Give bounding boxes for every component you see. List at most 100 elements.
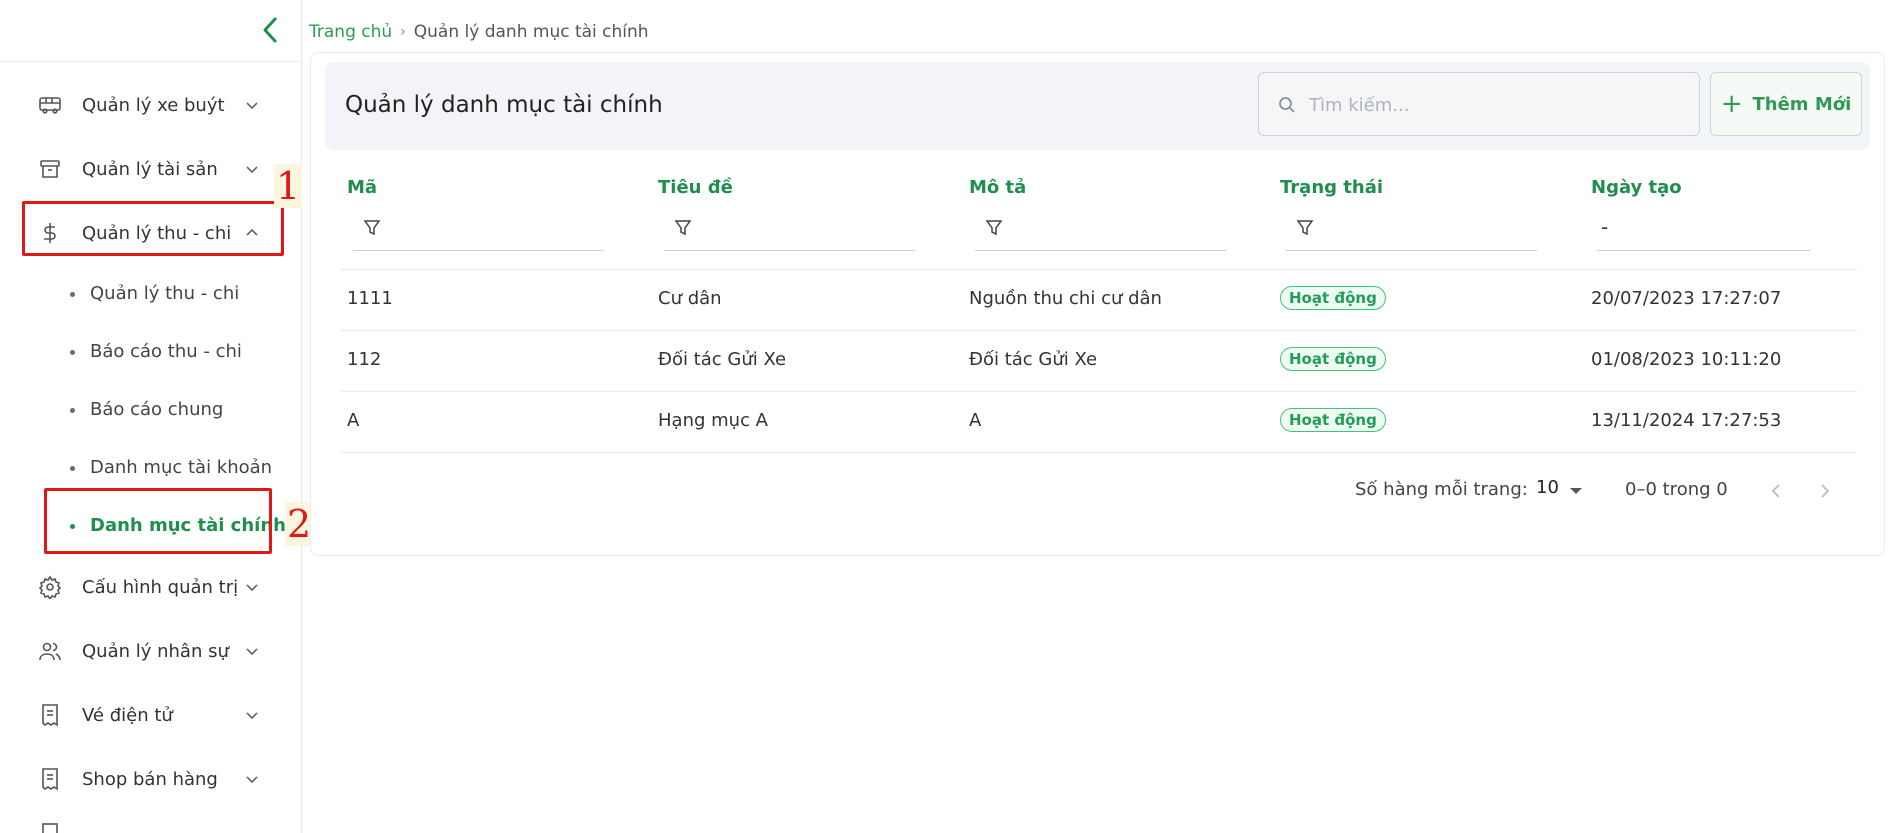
- cell-title: Cư dân: [658, 288, 722, 309]
- rows-per-page-value: 10: [1536, 477, 1559, 498]
- filter-icon: [363, 220, 381, 236]
- subitem-label: Báo cáo chung: [90, 399, 224, 420]
- bus-icon: [38, 93, 62, 117]
- cell-code: A: [347, 410, 360, 431]
- chevron-up-icon: [246, 228, 258, 236]
- main-card: Quản lý danh mục tài chính + Thêm Mới Mã…: [310, 52, 1885, 556]
- subitem-label: Quản lý thu - chi: [90, 283, 240, 304]
- cell-created: 20/07/2023 17:27:07: [1591, 288, 1782, 309]
- sidebar-item-assets[interactable]: Quản lý tài sản: [0, 149, 302, 189]
- subitem-label: Báo cáo thu - chi: [90, 341, 242, 362]
- column-header-created[interactable]: Ngày tạo: [1591, 177, 1682, 198]
- filter-code[interactable]: [353, 207, 604, 251]
- breadcrumb: Trang chủ › Quản lý danh mục tài chính: [309, 22, 649, 42]
- sidebar-header: [0, 0, 301, 62]
- breadcrumb-home[interactable]: Trang chủ: [309, 22, 392, 42]
- subitem-label: Danh mục tài khoản: [90, 457, 273, 478]
- sidebar-item-label: Quản lý xe buýt: [82, 94, 225, 116]
- breadcrumb-current: Quản lý danh mục tài chính: [413, 22, 649, 42]
- sidebar-item-partial[interactable]: [0, 820, 302, 833]
- receipt-icon: [38, 703, 62, 727]
- table-row[interactable]: A Hạng mục A A Hoạt động 13/11/2024 17:2…: [341, 391, 1857, 452]
- chevron-left-icon: [263, 17, 277, 43]
- pagination-range: 0–0 trong 0: [1625, 479, 1728, 500]
- table-row[interactable]: 112 Đối tác Gửi Xe Đối tác Gửi Xe Hoạt đ…: [341, 330, 1857, 391]
- filter-status[interactable]: [1286, 207, 1537, 251]
- status-badge: Hoạt động: [1280, 408, 1386, 432]
- bullet-dot: [70, 350, 75, 355]
- receipt-icon: [38, 822, 62, 833]
- filter-title[interactable]: [664, 207, 915, 251]
- card-header: Quản lý danh mục tài chính + Thêm Mới: [325, 62, 1870, 150]
- cell-description: A: [969, 410, 982, 431]
- chevron-down-icon: [246, 648, 258, 656]
- sidebar-item-eticket[interactable]: Vé điện tử: [0, 695, 302, 735]
- caret-down-icon: [1570, 488, 1582, 494]
- collapse-sidebar-button[interactable]: [258, 14, 282, 46]
- column-header-code[interactable]: Mã: [347, 177, 377, 198]
- sidebar-item-label: Quản lý thu - chi: [82, 222, 232, 244]
- table-divider: [341, 452, 1857, 453]
- sidebar-item-admin-config[interactable]: Cấu hình quản trị: [0, 567, 302, 607]
- status-badge: Hoạt động: [1280, 286, 1386, 310]
- status-badge: Hoạt động: [1280, 347, 1386, 371]
- sidebar-item-label: Quản lý tài sản: [82, 158, 218, 180]
- chevron-down-icon: [246, 166, 258, 174]
- cell-created: 01/08/2023 10:11:20: [1591, 349, 1782, 370]
- cell-code: 1111: [347, 288, 393, 309]
- sidebar-item-hr[interactable]: Quản lý nhân sự: [0, 631, 302, 671]
- rows-per-page-label: Số hàng mỗi trang:: [1355, 479, 1528, 500]
- sidebar-item-bus[interactable]: Quản lý xe buýt: [0, 85, 302, 125]
- sidebar-item-label: Cấu hình quản trị: [82, 576, 239, 598]
- add-new-button[interactable]: + Thêm Mới: [1710, 72, 1862, 136]
- annotation-number-2: 2: [285, 502, 314, 546]
- sidebar-subitem-finance-report[interactable]: Báo cáo thu - chi: [0, 332, 302, 372]
- table-row[interactable]: 1111 Cư dân Nguồn thu chi cư dân Hoạt độ…: [341, 269, 1857, 330]
- add-new-label: Thêm Mới: [1752, 93, 1852, 115]
- dollar-icon: [38, 221, 62, 245]
- cell-description: Đối tác Gửi Xe: [969, 349, 1098, 370]
- prev-page-button[interactable]: [1762, 477, 1790, 505]
- gear-icon: [38, 575, 62, 599]
- chevron-down-icon: [246, 776, 258, 784]
- sidebar-subitem-general-report[interactable]: Báo cáo chung: [0, 390, 302, 430]
- receipt-icon: [38, 767, 62, 791]
- sidebar-item-finance[interactable]: Quản lý thu - chi: [0, 213, 302, 253]
- annotation-number-1: 1: [274, 164, 303, 208]
- cell-created: 13/11/2024 17:27:53: [1591, 410, 1782, 431]
- search-input[interactable]: [1309, 87, 1679, 123]
- filter-icon: [1296, 220, 1314, 236]
- sidebar-item-label: Quản lý nhân sự: [82, 640, 229, 662]
- rows-per-page-select[interactable]: 10: [1536, 477, 1588, 505]
- sidebar-subitem-finance-management[interactable]: Quản lý thu - chi: [0, 274, 302, 314]
- search-field[interactable]: [1258, 72, 1700, 136]
- bullet-dot: [70, 408, 75, 413]
- column-header-description[interactable]: Mô tả: [969, 177, 1026, 198]
- chevron-right-icon: [1821, 484, 1830, 498]
- sidebar-subitem-finance-categories[interactable]: Danh mục tài chính: [0, 506, 302, 546]
- archive-icon: [38, 157, 62, 181]
- page-title: Quản lý danh mục tài chính: [345, 92, 663, 118]
- bullet-dot: [70, 292, 75, 297]
- sidebar-item-label: Shop bán hàng: [82, 768, 218, 790]
- cell-description: Nguồn thu chi cư dân: [969, 288, 1162, 309]
- column-header-status[interactable]: Trạng thái: [1280, 177, 1383, 198]
- filter-icon: [674, 220, 692, 236]
- chevron-left-icon: [1771, 484, 1780, 498]
- subitem-label: Danh mục tài chính: [90, 515, 286, 536]
- date-filter-value: -: [1601, 215, 1609, 239]
- bullet-dot: [70, 524, 75, 529]
- bullet-dot: [70, 466, 75, 471]
- chevron-down-icon: [246, 712, 258, 720]
- cell-title: Đối tác Gửi Xe: [658, 349, 787, 370]
- sidebar-subitem-accounts[interactable]: Danh mục tài khoản: [0, 448, 302, 488]
- plus-icon: +: [1720, 89, 1743, 119]
- sidebar: Quản lý xe buýt Quản lý tài sản Quản lý …: [0, 0, 302, 833]
- filter-description[interactable]: [975, 207, 1226, 251]
- next-page-button[interactable]: [1811, 477, 1839, 505]
- sidebar-item-shop[interactable]: Shop bán hàng: [0, 759, 302, 799]
- filter-created-date[interactable]: -: [1597, 207, 1810, 251]
- cell-code: 112: [347, 349, 382, 370]
- users-icon: [38, 639, 62, 663]
- column-header-title[interactable]: Tiêu đề: [658, 177, 733, 198]
